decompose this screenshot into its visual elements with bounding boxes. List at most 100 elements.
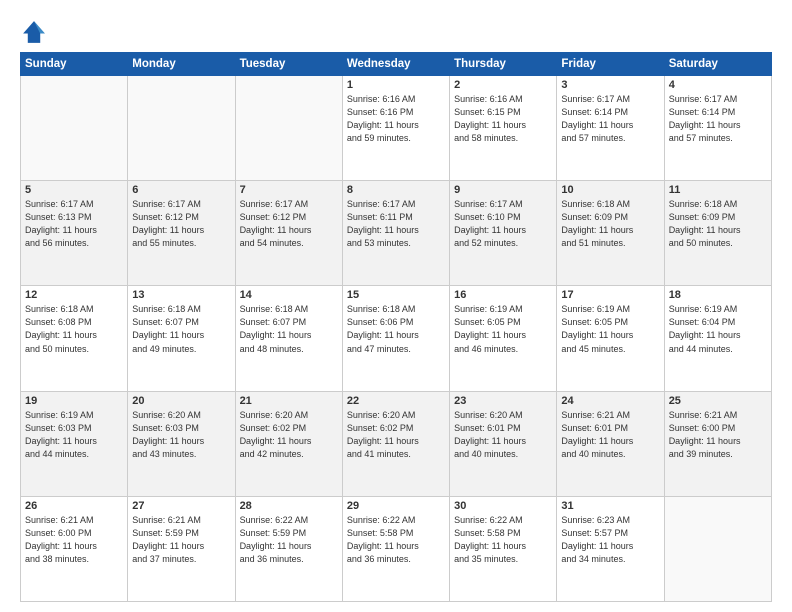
cell-info: Sunrise: 6:22 AM Sunset: 5:59 PM Dayligh… <box>240 514 338 566</box>
cell-info: Sunrise: 6:17 AM Sunset: 6:13 PM Dayligh… <box>25 198 123 250</box>
calendar-cell: 13Sunrise: 6:18 AM Sunset: 6:07 PM Dayli… <box>128 286 235 391</box>
calendar-cell: 5 Sunrise: 6:17 AM Sunset: 6:13 PM Daylig… <box>21 181 128 286</box>
calendar-cell: 23 Sunrise: 6:20 AM Sunset: 6:01 PM Dayli… <box>450 391 557 496</box>
weekday-thursday: Thursday <box>450 53 557 76</box>
weekday-monday: Monday <box>128 53 235 76</box>
calendar-cell: 4Sunrise: 6:17 AM Sunset: 6:14 PM Daylig… <box>664 76 771 181</box>
header <box>20 18 772 46</box>
cell-info: Sunrise: 6:19 AM Sunset: 6:05 PM Dayligh… <box>561 303 659 355</box>
page: SundayMondayTuesdayWednesdayThursdayFrid… <box>0 0 792 612</box>
calendar-cell: 28 Sunrise: 6:22 AM Sunset: 5:59 PM Dayli… <box>235 496 342 601</box>
calendar-cell <box>21 76 128 181</box>
calendar-cell: 9Sunrise: 6:17 AM Sunset: 6:10 PM Daylig… <box>450 181 557 286</box>
calendar-cell: 26 Sunrise: 6:21 AM Sunset: 6:00 PM Dayli… <box>21 496 128 601</box>
cell-info: Sunrise: 6:18 AM Sunset: 6:09 PM Dayligh… <box>669 198 767 250</box>
logo <box>20 18 52 46</box>
calendar-cell: 18 Sunrise: 6:19 AM Sunset: 6:04 PM Dayli… <box>664 286 771 391</box>
cell-info: Sunrise: 6:17 AM Sunset: 6:14 PM Dayligh… <box>561 93 659 145</box>
cell-info: Sunrise: 6:19 AM Sunset: 6:04 PM Dayligh… <box>669 303 767 355</box>
calendar-table: SundayMondayTuesdayWednesdayThursdayFrid… <box>20 52 772 602</box>
cell-info: Sunrise: 6:19 AM Sunset: 6:03 PM Dayligh… <box>25 409 123 461</box>
day-number: 21 <box>240 395 338 407</box>
day-number: 16 <box>454 289 552 301</box>
calendar-cell: 12 Sunrise: 6:18 AM Sunset: 6:08 PM Dayli… <box>21 286 128 391</box>
day-number: 5 <box>25 184 123 196</box>
day-number: 24 <box>561 395 659 407</box>
cell-info: Sunrise: 6:18 AM Sunset: 6:06 PM Dayligh… <box>347 303 445 355</box>
cell-info: Sunrise: 6:18 AM Sunset: 6:07 PM Dayligh… <box>240 303 338 355</box>
cell-info: Sunrise: 6:17 AM Sunset: 6:10 PM Dayligh… <box>454 198 552 250</box>
cell-info: Sunrise: 6:18 AM Sunset: 6:09 PM Dayligh… <box>561 198 659 250</box>
calendar-cell: 31Sunrise: 6:23 AM Sunset: 5:57 PM Dayli… <box>557 496 664 601</box>
weekday-saturday: Saturday <box>664 53 771 76</box>
weekday-tuesday: Tuesday <box>235 53 342 76</box>
day-number: 11 <box>669 184 767 196</box>
day-number: 27 <box>132 500 230 512</box>
cell-info: Sunrise: 6:21 AM Sunset: 6:00 PM Dayligh… <box>669 409 767 461</box>
logo-icon <box>20 18 48 46</box>
day-number: 13 <box>132 289 230 301</box>
day-number: 15 <box>347 289 445 301</box>
cell-info: Sunrise: 6:20 AM Sunset: 6:03 PM Dayligh… <box>132 409 230 461</box>
day-number: 7 <box>240 184 338 196</box>
calendar-cell: 22 Sunrise: 6:20 AM Sunset: 6:02 PM Dayli… <box>342 391 449 496</box>
calendar-cell <box>128 76 235 181</box>
day-number: 18 <box>669 289 767 301</box>
calendar-cell: 2Sunrise: 6:16 AM Sunset: 6:15 PM Daylig… <box>450 76 557 181</box>
cell-info: Sunrise: 6:17 AM Sunset: 6:11 PM Dayligh… <box>347 198 445 250</box>
calendar-cell: 11 Sunrise: 6:18 AM Sunset: 6:09 PM Dayli… <box>664 181 771 286</box>
day-number: 30 <box>454 500 552 512</box>
calendar-cell: 21Sunrise: 6:20 AM Sunset: 6:02 PM Dayli… <box>235 391 342 496</box>
calendar-cell: 8 Sunrise: 6:17 AM Sunset: 6:11 PM Daylig… <box>342 181 449 286</box>
day-number: 10 <box>561 184 659 196</box>
calendar-cell: 30 Sunrise: 6:22 AM Sunset: 5:58 PM Dayli… <box>450 496 557 601</box>
day-number: 8 <box>347 184 445 196</box>
day-number: 17 <box>561 289 659 301</box>
cell-info: Sunrise: 6:21 AM Sunset: 6:01 PM Dayligh… <box>561 409 659 461</box>
weekday-wednesday: Wednesday <box>342 53 449 76</box>
calendar-cell <box>664 496 771 601</box>
week-row-1: 1Sunrise: 6:16 AM Sunset: 6:16 PM Daylig… <box>21 76 772 181</box>
calendar-cell: 29Sunrise: 6:22 AM Sunset: 5:58 PM Dayli… <box>342 496 449 601</box>
calendar-cell: 27 Sunrise: 6:21 AM Sunset: 5:59 PM Dayli… <box>128 496 235 601</box>
cell-info: Sunrise: 6:16 AM Sunset: 6:15 PM Dayligh… <box>454 93 552 145</box>
weekday-sunday: Sunday <box>21 53 128 76</box>
weekday-header-row: SundayMondayTuesdayWednesdayThursdayFrid… <box>21 53 772 76</box>
calendar-cell: 24 Sunrise: 6:21 AM Sunset: 6:01 PM Dayli… <box>557 391 664 496</box>
day-number: 19 <box>25 395 123 407</box>
calendar-cell: 20 Sunrise: 6:20 AM Sunset: 6:03 PM Dayli… <box>128 391 235 496</box>
week-row-5: 26 Sunrise: 6:21 AM Sunset: 6:00 PM Dayli… <box>21 496 772 601</box>
day-number: 3 <box>561 79 659 91</box>
calendar-cell: 16Sunrise: 6:19 AM Sunset: 6:05 PM Dayli… <box>450 286 557 391</box>
calendar-cell: 17 Sunrise: 6:19 AM Sunset: 6:05 PM Dayli… <box>557 286 664 391</box>
day-number: 12 <box>25 289 123 301</box>
cell-info: Sunrise: 6:22 AM Sunset: 5:58 PM Dayligh… <box>454 514 552 566</box>
day-number: 4 <box>669 79 767 91</box>
calendar-cell: 6Sunrise: 6:17 AM Sunset: 6:12 PM Daylig… <box>128 181 235 286</box>
cell-info: Sunrise: 6:18 AM Sunset: 6:08 PM Dayligh… <box>25 303 123 355</box>
cell-info: Sunrise: 6:16 AM Sunset: 6:16 PM Dayligh… <box>347 93 445 145</box>
week-row-4: 19 Sunrise: 6:19 AM Sunset: 6:03 PM Dayli… <box>21 391 772 496</box>
cell-info: Sunrise: 6:21 AM Sunset: 5:59 PM Dayligh… <box>132 514 230 566</box>
weekday-friday: Friday <box>557 53 664 76</box>
day-number: 26 <box>25 500 123 512</box>
day-number: 25 <box>669 395 767 407</box>
calendar-cell <box>235 76 342 181</box>
day-number: 23 <box>454 395 552 407</box>
cell-info: Sunrise: 6:20 AM Sunset: 6:02 PM Dayligh… <box>347 409 445 461</box>
calendar-cell: 19 Sunrise: 6:19 AM Sunset: 6:03 PM Dayli… <box>21 391 128 496</box>
day-number: 28 <box>240 500 338 512</box>
calendar-cell: 10 Sunrise: 6:18 AM Sunset: 6:09 PM Dayli… <box>557 181 664 286</box>
day-number: 22 <box>347 395 445 407</box>
cell-info: Sunrise: 6:20 AM Sunset: 6:01 PM Dayligh… <box>454 409 552 461</box>
cell-info: Sunrise: 6:22 AM Sunset: 5:58 PM Dayligh… <box>347 514 445 566</box>
cell-info: Sunrise: 6:21 AM Sunset: 6:00 PM Dayligh… <box>25 514 123 566</box>
week-row-2: 5 Sunrise: 6:17 AM Sunset: 6:13 PM Daylig… <box>21 181 772 286</box>
week-row-3: 12 Sunrise: 6:18 AM Sunset: 6:08 PM Dayli… <box>21 286 772 391</box>
calendar-cell: 14Sunrise: 6:18 AM Sunset: 6:07 PM Dayli… <box>235 286 342 391</box>
day-number: 20 <box>132 395 230 407</box>
cell-info: Sunrise: 6:17 AM Sunset: 6:12 PM Dayligh… <box>132 198 230 250</box>
calendar-cell: 3 Sunrise: 6:17 AM Sunset: 6:14 PM Daylig… <box>557 76 664 181</box>
calendar-cell: 15 Sunrise: 6:18 AM Sunset: 6:06 PM Dayli… <box>342 286 449 391</box>
day-number: 31 <box>561 500 659 512</box>
